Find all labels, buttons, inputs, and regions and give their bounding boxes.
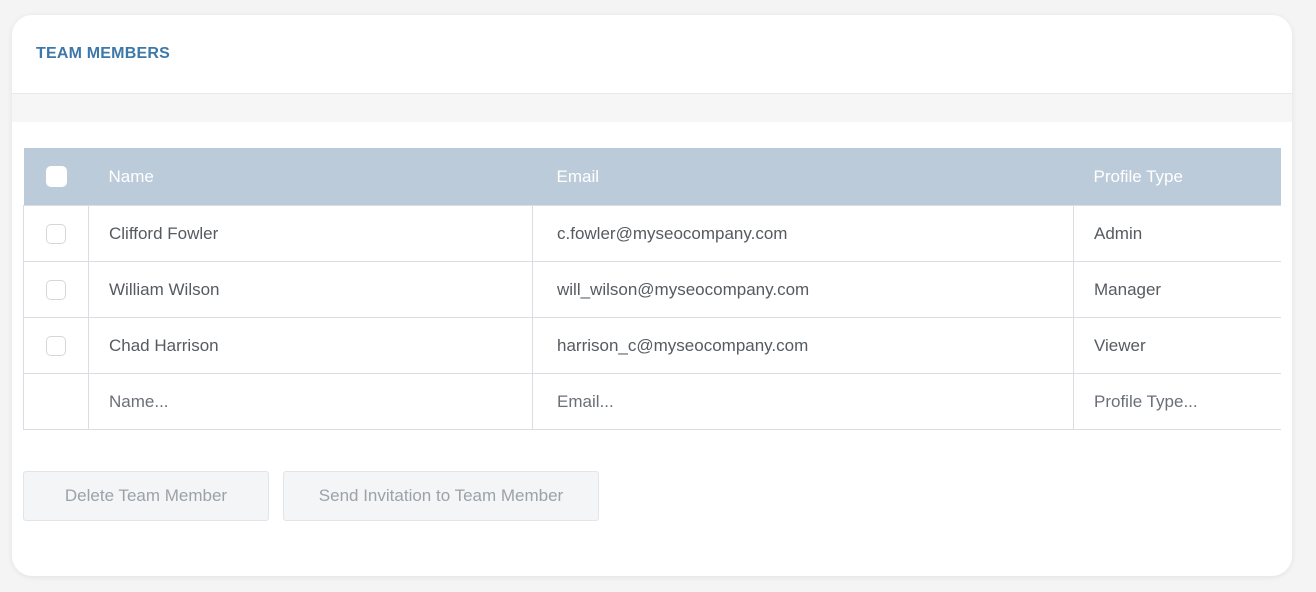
delete-team-member-button[interactable]: Delete Team Member (23, 471, 269, 521)
panel-title: TEAM MEMBERS (36, 45, 170, 62)
column-header-profile-type[interactable]: Profile Type (1073, 148, 1281, 206)
toolbar-strip (12, 94, 1292, 122)
column-header-name[interactable]: Name (88, 148, 533, 206)
new-name-input[interactable]: Name... (88, 373, 533, 430)
row-checkbox[interactable] (46, 335, 66, 356)
new-member-row: Name... Email... Profile Type... (23, 373, 1281, 430)
member-email: harrison_c@myseocompany.com (532, 317, 1074, 374)
team-members-table: Name Email Profile Type Clifford Fowler … (23, 148, 1281, 430)
member-name: Clifford Fowler (88, 205, 533, 262)
member-profile-type: Viewer (1073, 317, 1281, 374)
member-profile-type: Manager (1073, 261, 1281, 318)
table-row: William Wilson will_wilson@myseocompany.… (23, 261, 1281, 318)
member-email: will_wilson@myseocompany.com (532, 261, 1074, 318)
new-row-empty-cell (23, 373, 89, 430)
row-select-cell[interactable] (23, 317, 89, 374)
member-name: William Wilson (88, 261, 533, 318)
table-row: Clifford Fowler c.fowler@myseocompany.co… (23, 205, 1281, 262)
action-buttons: Delete Team Member Send Invitation to Te… (23, 471, 599, 521)
table-header-row: Name Email Profile Type (23, 148, 1281, 206)
row-select-cell[interactable] (23, 261, 89, 318)
row-checkbox[interactable] (46, 223, 66, 244)
member-profile-type: Admin (1073, 205, 1281, 262)
column-header-email[interactable]: Email (532, 148, 1074, 206)
select-all-checkbox[interactable] (45, 166, 67, 187)
row-checkbox[interactable] (46, 279, 66, 300)
send-invitation-button[interactable]: Send Invitation to Team Member (283, 471, 599, 521)
panel-header: TEAM MEMBERS (12, 15, 1292, 94)
new-email-input[interactable]: Email... (532, 373, 1074, 430)
table-row: Chad Harrison harrison_c@myseocompany.co… (23, 317, 1281, 374)
row-select-cell[interactable] (23, 205, 89, 262)
member-email: c.fowler@myseocompany.com (532, 205, 1074, 262)
new-profile-type-input[interactable]: Profile Type... (1073, 373, 1281, 430)
member-name: Chad Harrison (88, 317, 533, 374)
select-all-cell[interactable] (23, 148, 89, 206)
